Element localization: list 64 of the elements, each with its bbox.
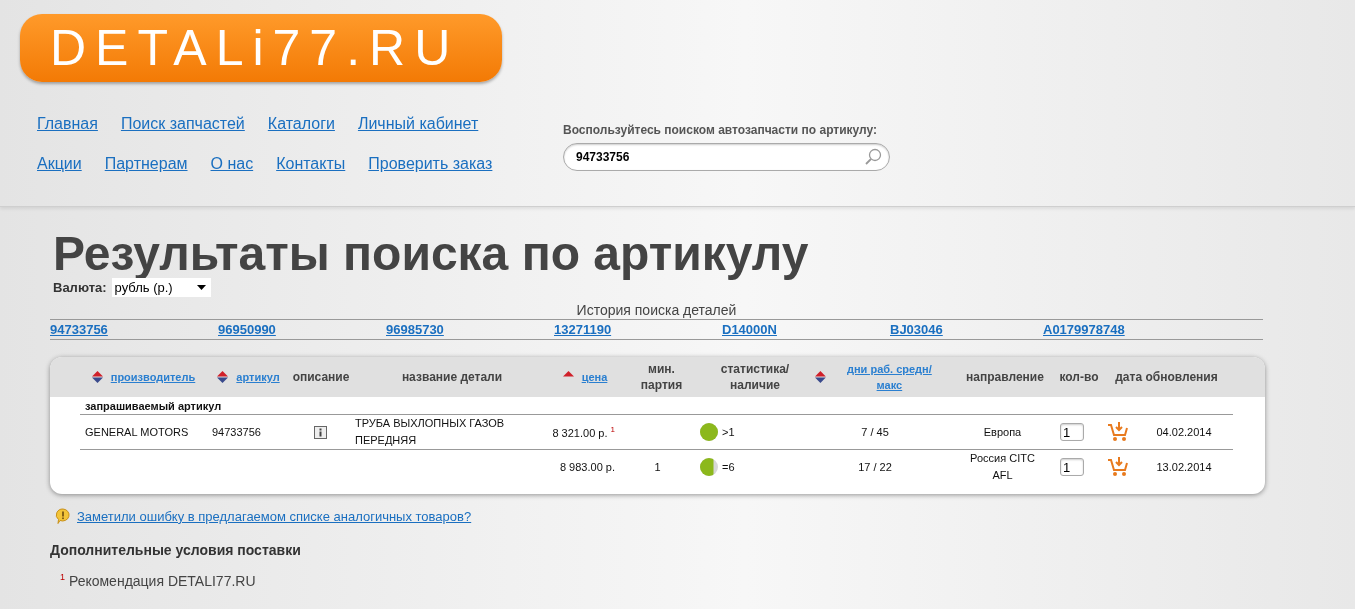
add-to-cart-icon[interactable] <box>1106 457 1129 477</box>
column-header: направление <box>966 369 1044 385</box>
column-header: описание <box>292 369 350 385</box>
history-link[interactable]: 13271190 <box>554 322 722 337</box>
update-date-cell: 04.02.2014 <box>1156 426 1212 438</box>
nav-link[interactable]: Акции <box>37 154 82 174</box>
footnote: $^{1}$ Рекомендация DETALI77.RU <box>60 572 257 589</box>
delivery-days-cell: 17 / 22 <box>858 461 892 473</box>
warning-icon <box>55 508 71 524</box>
sort-icon[interactable] <box>217 371 229 383</box>
direction-cell-text: Россия СІТС AFL <box>969 451 1036 483</box>
price-cell: 8 983.00 р. <box>559 461 615 473</box>
history-link[interactable]: D14000N <box>722 322 890 337</box>
delivery-days-cell: 7 / 45 <box>861 426 889 438</box>
conditions-title: Дополнительные условия поставки <box>50 542 302 558</box>
stock-count: =6 <box>722 461 735 473</box>
nav-link[interactable]: Контакты <box>276 154 346 174</box>
history-title: История поиска деталей <box>575 301 738 319</box>
column-header-link[interactable]: артикул <box>236 369 280 385</box>
column-header: кол-во <box>1059 369 1099 385</box>
column-header: мин. партия <box>639 361 684 393</box>
column-header-link[interactable]: дни раб. средн/ макс <box>833 361 945 393</box>
search-icon[interactable] <box>864 148 882 166</box>
quantity-field[interactable]: 1 <box>1060 458 1084 476</box>
manufacturer-cell: GENERAL MOTORS <box>85 426 189 438</box>
quantity-field[interactable]: 1 <box>1060 423 1084 441</box>
history-link[interactable]: 96985730 <box>386 322 554 337</box>
nav-link[interactable]: Поиск запчастей <box>120 114 245 134</box>
dropdown-caret-icon <box>196 285 206 290</box>
nav-link[interactable]: О нас <box>210 154 254 174</box>
history-link[interactable]: 96950990 <box>218 322 386 337</box>
column-header-link[interactable]: производитель <box>110 369 196 385</box>
currency-label: Валюта: <box>53 280 107 295</box>
report-error-link[interactable]: Заметили ошибку в предлагаемом списке аналогичных товаров? <box>77 508 472 524</box>
search-field[interactable]: 94733756 <box>563 143 890 171</box>
nav-link[interactable]: Партнерам <box>104 154 188 174</box>
sort-icon[interactable] <box>815 371 826 383</box>
nav-link[interactable]: Личный кабинет <box>357 114 479 134</box>
history-link[interactable]: A0179978748 <box>1043 322 1211 337</box>
nav-link[interactable]: Проверить заказ <box>368 154 493 174</box>
history-link[interactable]: BJ03046 <box>890 322 1043 337</box>
article-cell: 94733756 <box>212 426 261 438</box>
column-header: статистика/ наличие <box>719 361 791 393</box>
nav-link[interactable]: Главная <box>37 114 98 134</box>
column-header: дата обновления <box>1115 369 1218 385</box>
part-name-cell-text: ТРУБА ВЫХЛОПНЫХ ГАЗОВ ПЕРЕДНЯЯ <box>355 416 506 448</box>
column-header-link[interactable]: цена <box>581 369 608 385</box>
site-logo[interactable]: DETALi77.RU <box>20 14 502 82</box>
stock-pie-icon <box>700 458 718 476</box>
nav-link[interactable]: Каталоги <box>267 114 335 134</box>
stock-pie-icon <box>700 423 718 441</box>
add-to-cart-icon[interactable] <box>1106 422 1129 442</box>
price-cell: 8 321.00 р. $^{1}$ <box>552 425 615 439</box>
direction-cell-text: Европа <box>982 424 1023 440</box>
sort-icon[interactable] <box>91 371 103 383</box>
info-icon[interactable] <box>313 425 327 439</box>
column-header: название детали <box>401 369 503 385</box>
stock-count: >1 <box>722 426 735 438</box>
update-date-cell: 13.02.2014 <box>1156 461 1212 473</box>
group-label: запрашиваемый артикул <box>80 397 1233 415</box>
history-link[interactable]: 94733756 <box>50 322 218 337</box>
min-batch-cell: 1 <box>654 461 661 473</box>
currency-select[interactable]: рубль (р.) <box>111 278 211 297</box>
search-label: Воспользуйтесь поиском автозапчасти по артикулу: <box>563 123 879 137</box>
